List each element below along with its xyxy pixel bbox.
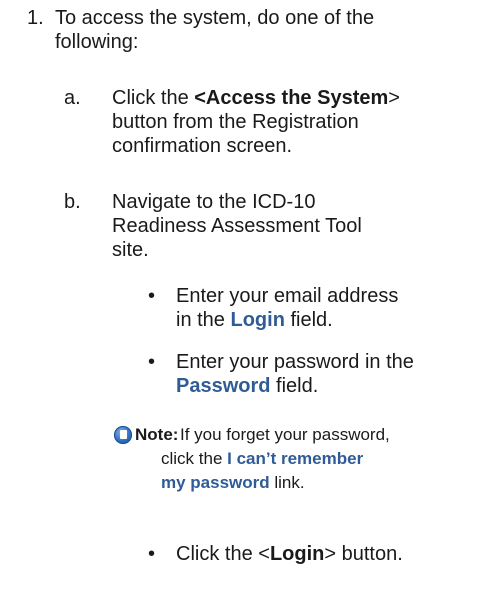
forgot-password-link-part-1[interactable]: I can’t remember [227,449,363,468]
option-a-text: Click the <Access the System> button fro… [112,86,488,158]
bullet-email-suffix: field. [284,309,333,331]
bullet-password-text: Enter your password in the Password fiel… [176,350,414,398]
option-a-line-2: button from the Registration [112,111,359,133]
note-line-2: click the I can’t remember [161,448,363,470]
bullet-email-text: Enter your email address in the Login fi… [176,284,398,332]
note-label: Note: [135,425,179,444]
option-a-prefix: Click the [112,87,195,109]
forgot-password-link-part-2[interactable]: my password [161,473,270,492]
bullet-email-prefix: in the [176,309,231,331]
option-b-line-3: site. [112,239,149,261]
option-b-line-2: Readiness Assessment Tool [112,215,362,237]
note-line-3: my password link. [161,472,305,494]
password-field-name: Password [176,375,271,397]
bullet-dot: • [148,351,156,373]
login-field-name: Login [230,309,285,331]
step-line-2: following: [55,31,139,53]
bullet-password-line-2: Password field. [176,374,414,398]
bullet-dot: • [148,543,156,565]
option-a-letter: a. [64,87,81,109]
bullet-email-line-1: Enter your email address [176,285,399,307]
option-a-line-3: confirmation screen. [112,135,293,157]
note-line-3-suffix: link. [269,473,305,492]
bullet-dot: • [148,285,156,307]
step-line-1: To access the system, do one of the [55,7,375,29]
bullet-login-suffix: > button. [324,543,403,565]
bullet-email-line-2: in the Login field. [176,308,398,332]
step-text: To access the system, do one of the foll… [55,6,485,54]
bullet-password-line-1: Enter your password in the [176,351,414,373]
note-line-2-prefix: click the [161,449,228,468]
bullet-login-text: Click the <Login> button. [176,542,403,566]
access-system-button-label: <Access the System [194,87,389,109]
bullet-password-suffix: field. [270,375,319,397]
note-icon [114,426,132,444]
option-a-suffix: > [388,87,400,109]
note-line-1: If you forget your password, [180,425,390,444]
option-b-text: Navigate to the ICD-10 Readiness Assessm… [112,190,488,262]
option-a-line-1: Click the <Access the System> [112,86,488,110]
bullet-login-prefix: Click the < [176,543,270,565]
option-b-letter: b. [64,191,81,213]
login-button-label: Login [269,543,325,565]
step-number: 1. [27,7,44,29]
option-b-line-1: Navigate to the ICD-10 [112,191,316,213]
